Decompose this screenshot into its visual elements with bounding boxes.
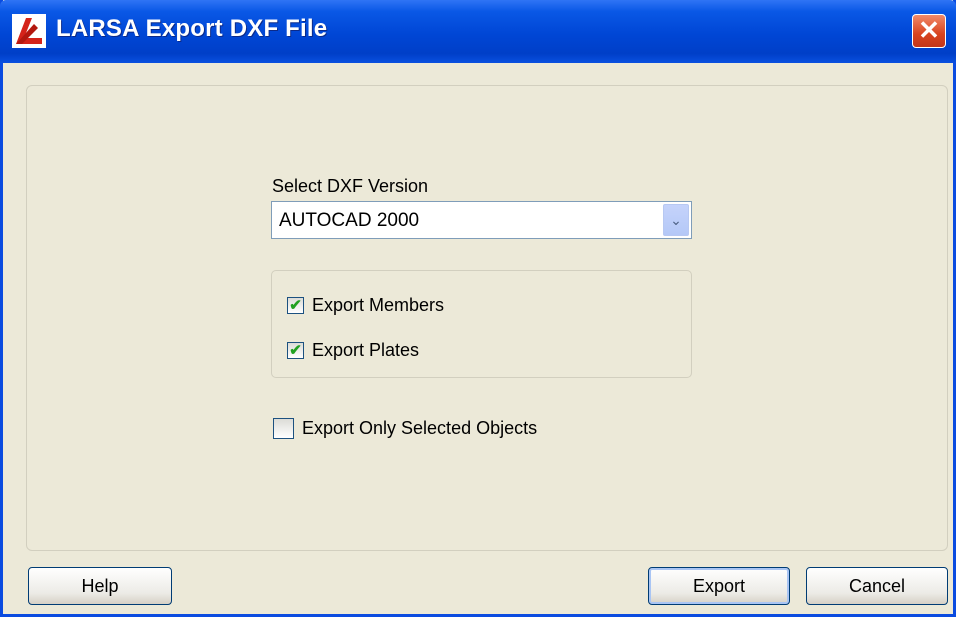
dxf-version-select[interactable]: AUTOCAD 2000 ⌄ [271, 201, 692, 239]
dxf-version-label: Select DXF Version [272, 176, 429, 196]
export-button[interactable]: Export [648, 567, 790, 605]
larsa-logo-icon [12, 14, 46, 48]
dropdown-button[interactable]: ⌄ [663, 204, 689, 236]
cancel-button[interactable]: Cancel [806, 567, 948, 605]
checkmark-icon: ✔ [289, 297, 302, 314]
chevron-down-icon: ⌄ [670, 212, 682, 228]
title-bar[interactable]: LARSA Export DXF File ✕ [0, 0, 956, 63]
close-icon: ✕ [918, 15, 940, 45]
export-only-selected-label: Export Only Selected Objects [302, 418, 538, 438]
checkmark-icon: ✔ [289, 342, 302, 359]
export-members-label: Export Members [312, 295, 445, 315]
dxf-version-value: AUTOCAD 2000 [279, 210, 420, 231]
export-members-option[interactable]: ✔ Export Members [287, 295, 444, 316]
export-options-group [271, 270, 692, 378]
export-plates-option[interactable]: ✔ Export Plates [287, 340, 419, 361]
export-plates-label: Export Plates [312, 340, 420, 360]
export-members-checkbox[interactable]: ✔ [287, 297, 304, 314]
close-button[interactable]: ✕ [912, 14, 946, 48]
help-button[interactable]: Help [28, 567, 172, 605]
window-title: LARSA Export DXF File [56, 15, 328, 42]
export-only-selected-checkbox[interactable] [273, 418, 294, 439]
export-plates-checkbox[interactable]: ✔ [287, 342, 304, 359]
export-only-selected-option[interactable]: Export Only Selected Objects [273, 418, 537, 439]
